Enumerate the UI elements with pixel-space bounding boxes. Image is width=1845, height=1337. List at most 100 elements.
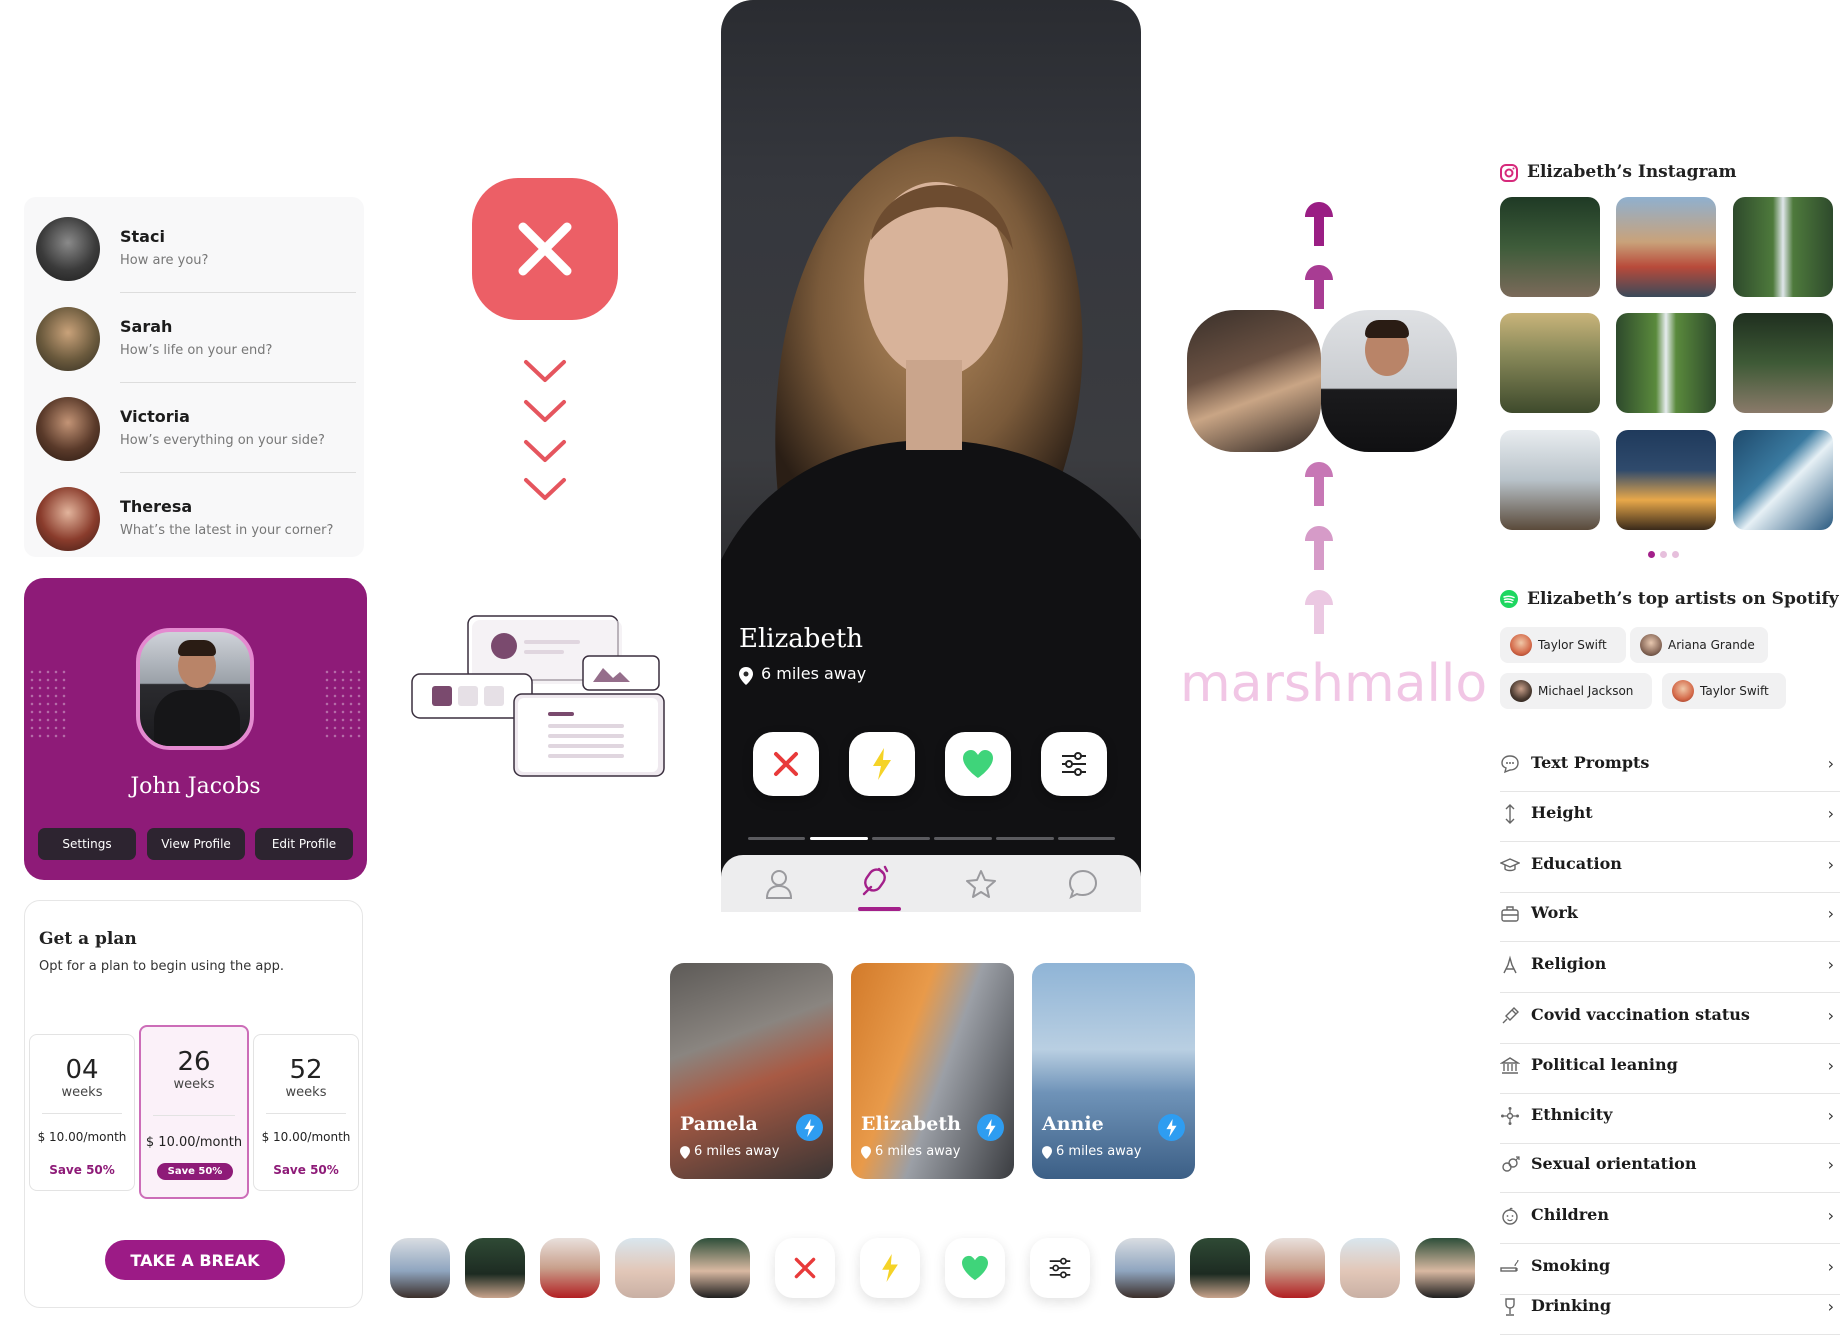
dislike-button[interactable] <box>753 732 819 796</box>
profile-card: John Jacobs Settings View Profile Edit P… <box>24 578 367 880</box>
attr-children[interactable]: Children › <box>1500 1194 1840 1244</box>
boost-button[interactable] <box>860 1238 920 1298</box>
chevron-right-icon: › <box>1827 1106 1834 1125</box>
edit-profile-button[interactable]: Edit Profile <box>255 828 353 860</box>
attr-ethnicity[interactable]: Ethnicity › <box>1500 1094 1840 1144</box>
chevron-right-icon: › <box>1827 1006 1834 1025</box>
avatar-thumbnail[interactable] <box>540 1238 600 1298</box>
artist-avatar <box>1672 680 1694 702</box>
artist-chip[interactable]: Taylor Swift <box>1662 673 1786 709</box>
boost-badge <box>977 1114 1004 1141</box>
profile-distance: 6 miles away <box>761 664 867 683</box>
plan-option-4-weeks[interactable]: 04 weeks $ 10.00/month Save 50% <box>29 1034 135 1191</box>
chevron-right-icon: › <box>1827 1297 1834 1316</box>
attr-drinking[interactable]: Drinking › <box>1500 1285 1840 1335</box>
avatar-thumbnail[interactable] <box>1115 1238 1175 1298</box>
artist-chip[interactable]: Michael Jackson <box>1500 673 1652 709</box>
decorative-dots <box>323 668 363 738</box>
photo-indicator <box>1058 837 1115 840</box>
chat-icon[interactable] <box>1068 869 1098 899</box>
marshmallow-arrow-icon <box>1305 590 1333 634</box>
praying-hands-icon <box>1503 955 1517 974</box>
profile-name: John Jacobs <box>130 774 261 799</box>
plan-unit: weeks <box>61 1085 103 1100</box>
avatar-thumbnail[interactable] <box>1190 1238 1250 1298</box>
artist-avatar <box>1510 634 1532 656</box>
marshmallow-arrow-icon <box>1305 462 1333 506</box>
plan-option-52-weeks[interactable]: 52 weeks $ 10.00/month Save 50% <box>253 1034 359 1191</box>
boost-button[interactable] <box>849 732 915 796</box>
attr-political-leaning[interactable]: Political leaning › <box>1500 1044 1840 1094</box>
attr-sexual-orientation[interactable]: Sexual orientation › <box>1500 1143 1840 1193</box>
profile-photo[interactable] <box>136 628 254 750</box>
baby-face-icon <box>1502 1207 1518 1225</box>
marshmallow-swipe-icon[interactable] <box>859 865 893 899</box>
profile-icon[interactable] <box>765 869 793 899</box>
avatar-thumbnail[interactable] <box>615 1238 675 1298</box>
plan-card: Get a plan Opt for a plan to begin using… <box>24 900 363 1308</box>
sliders-icon <box>1062 752 1086 776</box>
chat-item-theresa[interactable]: Theresa What’s the latest in your corner… <box>32 473 356 563</box>
avatar-thumbnail[interactable] <box>390 1238 450 1298</box>
chat-item-sarah[interactable]: Sarah How’s life on your end? <box>32 293 356 383</box>
attr-text-prompts[interactable]: Text Prompts › <box>1500 742 1840 792</box>
carousel-dot[interactable] <box>1672 551 1679 558</box>
artist-chip[interactable]: Ariana Grande <box>1630 627 1768 663</box>
avatar-thumbnail[interactable] <box>465 1238 525 1298</box>
filters-button[interactable] <box>1030 1238 1090 1298</box>
instagram-photo[interactable] <box>1733 197 1833 297</box>
avatar-thumbnail[interactable] <box>1415 1238 1475 1298</box>
profile-card-annie[interactable]: Annie 6 miles away <box>1032 963 1195 1179</box>
carousel-dot-active[interactable] <box>1648 551 1655 558</box>
star-icon[interactable] <box>965 869 997 899</box>
chevron-down-icon <box>520 358 570 508</box>
instagram-icon <box>1500 164 1518 182</box>
plan-option-26-weeks[interactable]: 26 weeks $ 10.00/month Save 50% <box>139 1025 249 1199</box>
chat-message: How’s life on your end? <box>120 343 273 358</box>
attr-education[interactable]: Education › <box>1500 843 1840 893</box>
chevron-right-icon: › <box>1827 1257 1834 1276</box>
lightning-icon <box>1166 1119 1177 1137</box>
plan-unit: weeks <box>173 1077 215 1092</box>
card-distance: 6 miles away <box>694 1144 780 1159</box>
attr-covid-vaccination[interactable]: Covid vaccination status › <box>1500 994 1840 1044</box>
profile-name: Elizabeth <box>739 624 864 654</box>
instagram-photo[interactable] <box>1733 430 1833 530</box>
profile-card-pamela[interactable]: Pamela 6 miles away <box>670 963 833 1179</box>
like-button[interactable] <box>945 1238 1005 1298</box>
artist-chip[interactable]: Taylor Swift <box>1500 627 1626 663</box>
network-icon <box>1501 1107 1519 1125</box>
instagram-photo[interactable] <box>1616 313 1716 413</box>
settings-button[interactable]: Settings <box>38 828 136 860</box>
profile-card-elizabeth[interactable]: Elizabeth 6 miles away <box>851 963 1014 1179</box>
avatar-thumbnail[interactable] <box>1340 1238 1400 1298</box>
location-pin-icon <box>1042 1146 1052 1159</box>
instagram-photo[interactable] <box>1733 313 1833 413</box>
chat-name: Theresa <box>120 497 193 516</box>
instagram-photo[interactable] <box>1616 197 1716 297</box>
instagram-photo[interactable] <box>1616 430 1716 530</box>
sliders-icon <box>1049 1257 1071 1279</box>
instagram-photo[interactable] <box>1500 430 1600 530</box>
dislike-button[interactable] <box>775 1238 835 1298</box>
chat-bubble-icon <box>1501 755 1519 774</box>
attr-religion[interactable]: Religion › <box>1500 943 1840 993</box>
attr-work[interactable]: Work › <box>1500 892 1840 942</box>
view-profile-button[interactable]: View Profile <box>147 828 245 860</box>
chat-item-victoria[interactable]: Victoria How’s everything on your side? <box>32 383 356 473</box>
chat-item-staci[interactable]: Staci How are you? <box>32 203 356 293</box>
avatar-thumbnail[interactable] <box>690 1238 750 1298</box>
chevron-right-icon: › <box>1827 955 1834 974</box>
like-button[interactable] <box>945 732 1011 796</box>
carousel-dot[interactable] <box>1660 551 1667 558</box>
take-a-break-button[interactable]: TAKE A BREAK <box>105 1240 285 1280</box>
cigarette-icon <box>1500 1259 1519 1272</box>
plan-subtitle: Opt for a plan to begin using the app. <box>39 959 285 974</box>
filters-button[interactable] <box>1041 732 1107 796</box>
active-tab-indicator <box>858 907 901 911</box>
instagram-photo[interactable] <box>1500 313 1600 413</box>
attr-height[interactable]: Height › <box>1500 792 1840 842</box>
avatar-thumbnail[interactable] <box>1265 1238 1325 1298</box>
instagram-photo[interactable] <box>1500 197 1600 297</box>
chevron-right-icon: › <box>1827 1155 1834 1174</box>
